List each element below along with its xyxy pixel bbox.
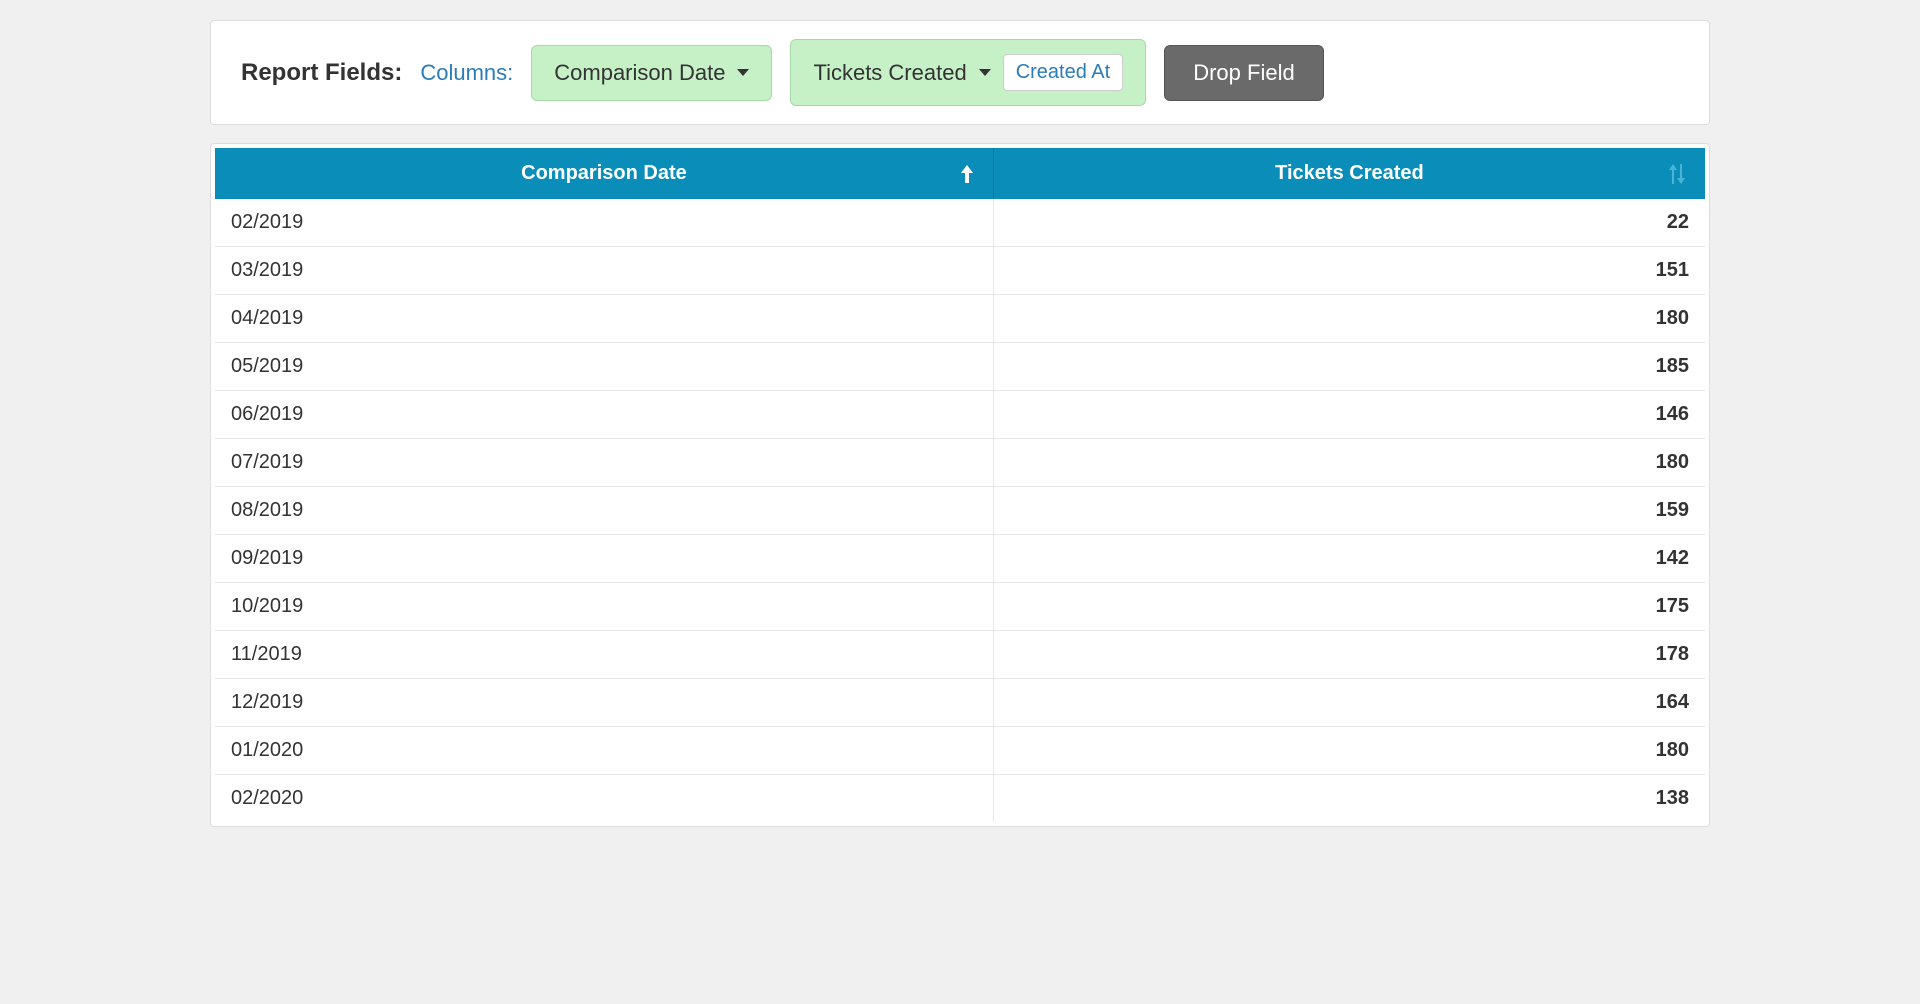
cell-comparison-date: 05/2019 [215,343,993,391]
report-table-wrapper: Comparison Date Tickets Created [210,143,1710,827]
cell-tickets-created: 159 [993,487,1705,535]
drop-field-button[interactable]: Drop Field [1164,45,1323,101]
caret-down-icon [737,69,749,76]
table-row: 07/2019180 [215,439,1705,487]
cell-tickets-created: 180 [993,727,1705,775]
column-header-tickets-created[interactable]: Tickets Created [993,148,1705,199]
table-row: 01/2020180 [215,727,1705,775]
table-row: 10/2019175 [215,583,1705,631]
cell-comparison-date: 10/2019 [215,583,993,631]
cell-tickets-created: 180 [993,295,1705,343]
cell-tickets-created: 142 [993,535,1705,583]
table-row: 03/2019151 [215,247,1705,295]
cell-comparison-date: 08/2019 [215,487,993,535]
report-fields-label: Report Fields: [241,59,402,87]
cell-tickets-created: 138 [993,775,1705,823]
cell-comparison-date: 07/2019 [215,439,993,487]
field-comparison-date-label: Comparison Date [554,60,725,86]
field-comparison-date-dropdown[interactable]: Comparison Date [531,45,772,101]
field-tickets-created-label: Tickets Created [813,60,966,86]
columns-link[interactable]: Columns: [420,60,513,86]
cell-tickets-created: 146 [993,391,1705,439]
sort-both-icon [1667,164,1687,184]
table-row: 11/2019178 [215,631,1705,679]
cell-comparison-date: 12/2019 [215,679,993,727]
cell-tickets-created: 178 [993,631,1705,679]
cell-comparison-date: 01/2020 [215,727,993,775]
column-header-label: Comparison Date [521,162,687,184]
cell-tickets-created: 22 [993,199,1705,247]
cell-comparison-date: 06/2019 [215,391,993,439]
table-row: 04/2019180 [215,295,1705,343]
table-row: 02/201922 [215,199,1705,247]
column-header-comparison-date[interactable]: Comparison Date [215,148,993,199]
column-header-label: Tickets Created [1275,162,1424,184]
cell-tickets-created: 175 [993,583,1705,631]
cell-tickets-created: 164 [993,679,1705,727]
field-tickets-created-dropdown[interactable]: Tickets Created Created At [790,39,1146,106]
table-row: 08/2019159 [215,487,1705,535]
cell-comparison-date: 02/2019 [215,199,993,247]
cell-comparison-date: 02/2020 [215,775,993,823]
field-tickets-created-subfield[interactable]: Created At [1003,54,1124,91]
cell-comparison-date: 03/2019 [215,247,993,295]
cell-comparison-date: 11/2019 [215,631,993,679]
table-row: 12/2019164 [215,679,1705,727]
table-row: 06/2019146 [215,391,1705,439]
sort-ascending-icon [959,165,975,183]
table-row: 09/2019142 [215,535,1705,583]
cell-tickets-created: 185 [993,343,1705,391]
table-row: 02/2020138 [215,775,1705,823]
report-fields-bar: Report Fields: Columns: Comparison Date … [210,20,1710,125]
table-row: 05/2019185 [215,343,1705,391]
report-table: Comparison Date Tickets Created [215,148,1705,822]
cell-comparison-date: 04/2019 [215,295,993,343]
caret-down-icon [979,69,991,76]
cell-tickets-created: 151 [993,247,1705,295]
cell-comparison-date: 09/2019 [215,535,993,583]
cell-tickets-created: 180 [993,439,1705,487]
